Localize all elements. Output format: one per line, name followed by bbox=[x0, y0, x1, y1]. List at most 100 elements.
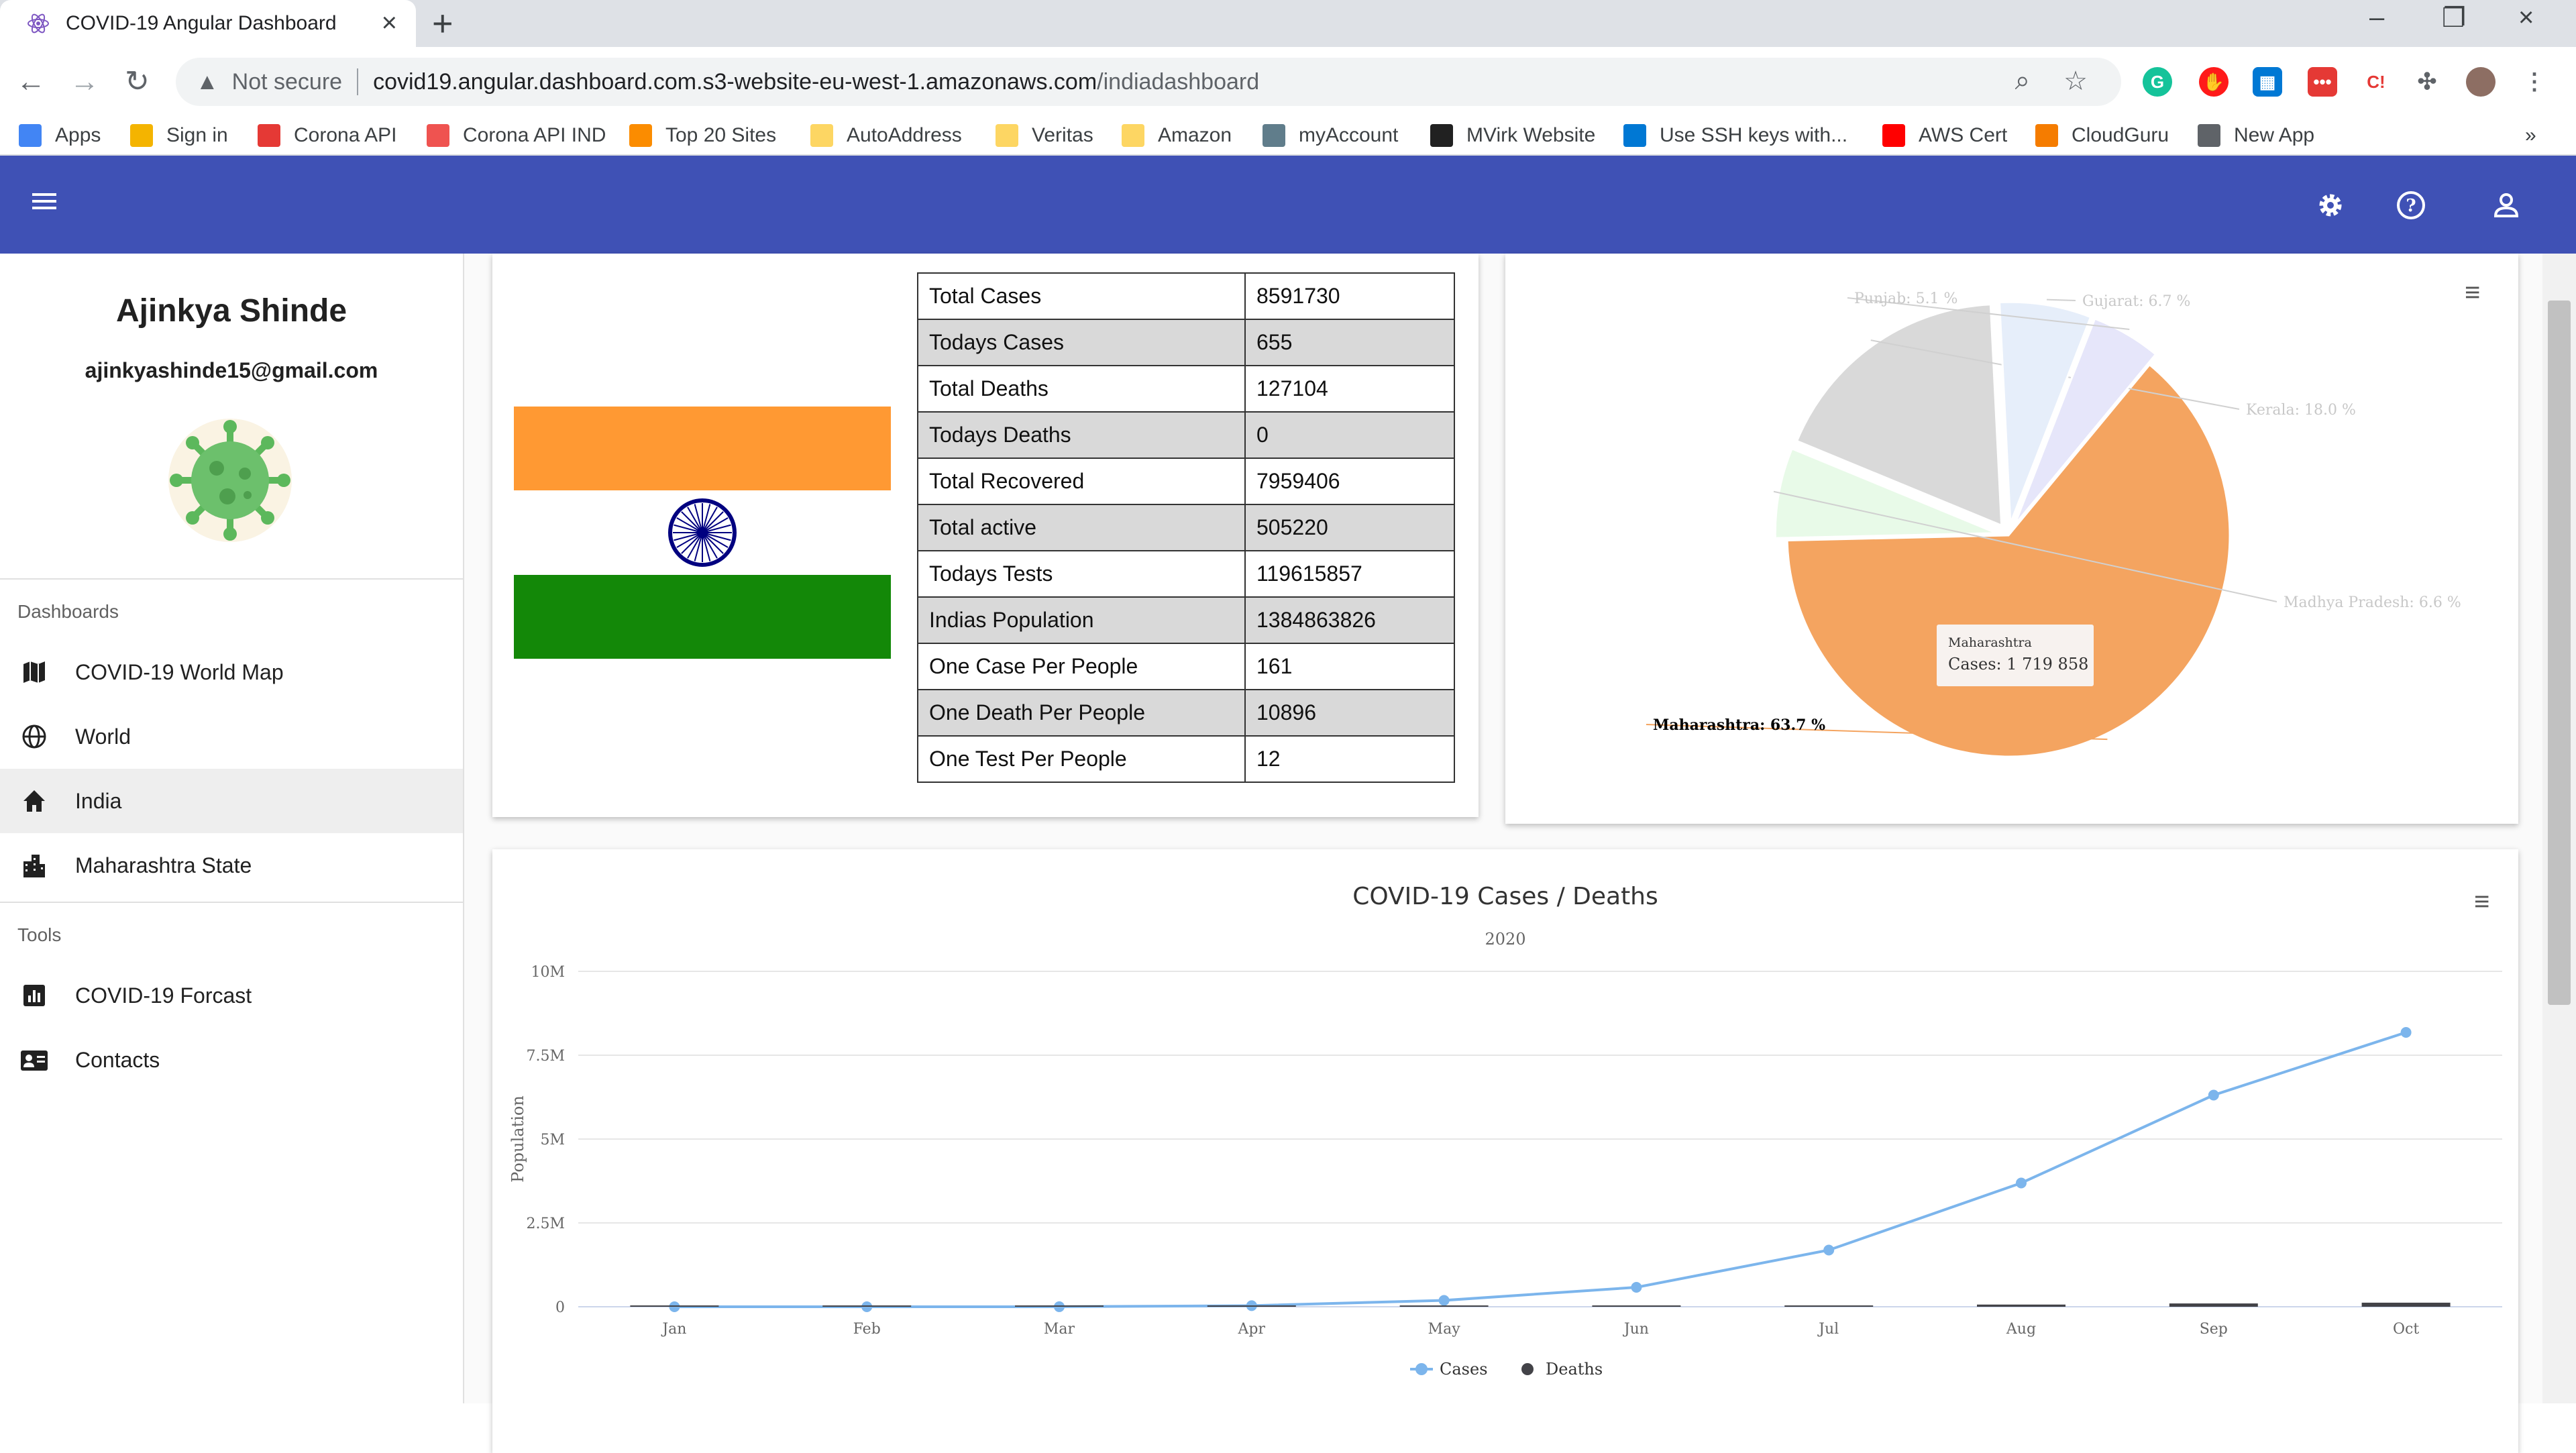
adblock-icon[interactable]: ✋ bbox=[2199, 67, 2229, 97]
stats-row: Indias Population 1384863826 bbox=[917, 596, 1455, 644]
nav-item-india[interactable]: India bbox=[0, 769, 463, 833]
bookmark-13[interactable]: New App bbox=[2198, 117, 2314, 154]
address-bar[interactable]: ▲ Not secure covid19.angular.dashboard.c… bbox=[176, 58, 2121, 106]
scrollbar-thumb[interactable] bbox=[2548, 301, 2571, 1005]
bookmark-0[interactable]: Apps bbox=[19, 117, 101, 154]
stat-value: 10896 bbox=[1244, 689, 1455, 737]
nav-item-world[interactable]: World bbox=[0, 704, 463, 769]
puzzle-icon[interactable]: ✣ bbox=[2412, 67, 2442, 97]
deaths-point[interactable] bbox=[1015, 1305, 1104, 1307]
stat-label: One Death Per People bbox=[917, 689, 1246, 737]
cases-point[interactable] bbox=[1438, 1295, 1450, 1306]
minimize-icon[interactable]: – bbox=[2369, 3, 2384, 33]
legend-item[interactable]: Deaths bbox=[1546, 1360, 1603, 1379]
windows-icon bbox=[1623, 124, 1646, 147]
more-bookmarks-icon[interactable]: » bbox=[2525, 117, 2536, 154]
deaths-point[interactable] bbox=[1399, 1305, 1489, 1307]
zoom-icon[interactable]: ⌕ bbox=[2015, 66, 2030, 96]
bookmark-9[interactable]: MVirk Website bbox=[1430, 117, 1595, 154]
back-icon[interactable]: ← bbox=[16, 62, 46, 102]
forward-icon[interactable]: → bbox=[70, 62, 99, 102]
youtube-icon bbox=[1882, 124, 1905, 147]
bookmark-3[interactable]: Corona API IND bbox=[427, 117, 606, 154]
nav-item-maharashtra-state[interactable]: Maharashtra State bbox=[0, 833, 463, 898]
bookmark-label: Apps bbox=[55, 124, 101, 146]
pie-data-label: Maharashtra: 63.7 % bbox=[1653, 716, 1825, 734]
deaths-point[interactable] bbox=[2169, 1303, 2258, 1307]
y-tick-label: 2.5M bbox=[526, 1216, 565, 1232]
deaths-point[interactable] bbox=[2361, 1302, 2451, 1307]
x-tick-label: Feb bbox=[853, 1321, 881, 1338]
cases-point[interactable] bbox=[1631, 1282, 1642, 1293]
stat-value: 0 bbox=[1244, 411, 1455, 459]
stat-label: Total Deaths bbox=[917, 365, 1246, 413]
restore-icon[interactable]: ❐ bbox=[2442, 3, 2466, 34]
bookmark-2[interactable]: Corona API bbox=[258, 117, 396, 154]
bookmark-7[interactable]: Amazon bbox=[1122, 117, 1232, 154]
page-scrollbar[interactable] bbox=[2542, 254, 2576, 1403]
bookmark-star-icon[interactable]: ☆ bbox=[2063, 66, 2088, 97]
x-tick-label: Sep bbox=[2200, 1321, 2228, 1338]
reload-icon[interactable]: ↻ bbox=[125, 62, 150, 102]
windows-extension-icon[interactable]: ▦ bbox=[2253, 67, 2282, 97]
deaths-point[interactable] bbox=[822, 1305, 912, 1307]
browser-tab[interactable]: COVID-19 Angular Dashboard × bbox=[0, 0, 416, 47]
bookmark-4[interactable]: Top 20 Sites bbox=[629, 117, 776, 154]
city-icon bbox=[17, 849, 51, 882]
stat-label: One Case Per People bbox=[917, 643, 1246, 690]
profile-avatar[interactable] bbox=[2466, 67, 2496, 97]
legend-item[interactable]: Cases bbox=[1440, 1360, 1488, 1379]
virus-avatar-icon bbox=[164, 415, 296, 546]
bookmark-6[interactable]: Veritas bbox=[996, 117, 1093, 154]
new-tab-icon[interactable]: + bbox=[432, 5, 453, 42]
stat-label: Todays Tests bbox=[917, 550, 1246, 598]
api-icon bbox=[427, 124, 449, 147]
bookmark-1[interactable]: Sign in bbox=[130, 117, 228, 154]
sidebar-divider bbox=[0, 902, 463, 903]
menu-icon[interactable] bbox=[30, 186, 59, 219]
cases-point[interactable] bbox=[2016, 1177, 2027, 1189]
bookmark-label: MVirk Website bbox=[1466, 124, 1596, 146]
bookmark-8[interactable]: myAccount bbox=[1263, 117, 1398, 154]
grammarly-icon[interactable]: G bbox=[2143, 67, 2172, 97]
deaths-point[interactable] bbox=[630, 1305, 719, 1307]
india-flag-image bbox=[514, 407, 891, 659]
not-secure-label: Not secure bbox=[231, 68, 343, 95]
deaths-point[interactable] bbox=[1592, 1305, 1681, 1307]
nav-item-world-map[interactable]: COVID-19 World Map bbox=[0, 640, 463, 704]
cases-point[interactable] bbox=[2208, 1089, 2219, 1101]
deaths-point[interactable] bbox=[1784, 1305, 1874, 1307]
stat-label: Indias Population bbox=[917, 596, 1246, 644]
bookmark-5[interactable]: AutoAddress bbox=[810, 117, 962, 154]
pie-data-label: Gujarat: 6.7 % bbox=[2082, 293, 2190, 310]
cloud-icon bbox=[2035, 124, 2058, 147]
cube-icon bbox=[629, 124, 652, 147]
close-window-icon[interactable]: × bbox=[2518, 3, 2534, 33]
bookmark-10[interactable]: Use SSH keys with... bbox=[1623, 117, 1847, 154]
cases-point[interactable] bbox=[2400, 1027, 2412, 1038]
dots-extension-icon[interactable]: ••• bbox=[2308, 67, 2337, 97]
cases-point[interactable] bbox=[1823, 1244, 1835, 1256]
bookmark-12[interactable]: CloudGuru bbox=[2035, 117, 2169, 154]
settings-gear-icon[interactable] bbox=[2314, 189, 2347, 225]
nav-label: COVID-19 Forcast bbox=[75, 983, 252, 1008]
ci-extension-icon[interactable]: C! bbox=[2361, 67, 2391, 97]
stats-row: Todays Tests 119615857 bbox=[917, 550, 1455, 598]
close-tab-icon[interactable]: × bbox=[382, 9, 397, 36]
help-icon[interactable]: ? bbox=[2395, 189, 2427, 225]
deaths-point[interactable] bbox=[1207, 1305, 1296, 1307]
account-icon[interactable] bbox=[2490, 189, 2522, 225]
more-menu-icon[interactable]: ⋮ bbox=[2520, 67, 2549, 97]
nav-label: Contacts bbox=[75, 1047, 160, 1072]
box-icon bbox=[130, 124, 153, 147]
pie-tooltip: Maharashtra Cases: 1 719 858 bbox=[1935, 623, 2095, 688]
stat-label: Total Recovered bbox=[917, 458, 1246, 505]
person-icon bbox=[1430, 124, 1453, 147]
angular-atom-icon bbox=[27, 12, 50, 35]
x-tick-label: Jun bbox=[1623, 1321, 1649, 1338]
nav-item-contacts[interactable]: Contacts bbox=[0, 1028, 463, 1092]
nav-item-forcast[interactable]: COVID-19 Forcast bbox=[0, 963, 463, 1028]
bookmark-11[interactable]: AWS Cert bbox=[1882, 117, 2007, 154]
flag-green-band bbox=[514, 575, 891, 659]
deaths-point[interactable] bbox=[1977, 1304, 2065, 1307]
